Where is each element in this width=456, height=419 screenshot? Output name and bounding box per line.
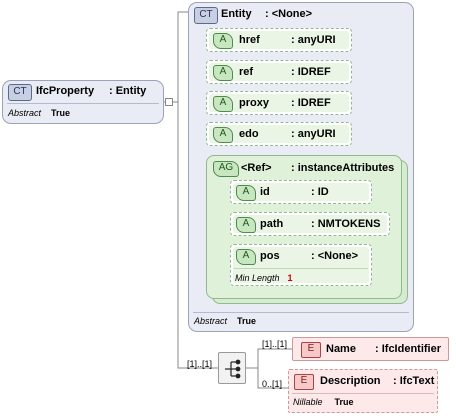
attribute-group-type: : instanceAttributes	[291, 162, 395, 174]
attribute-proxy[interactable]: A proxy : IDREF	[206, 91, 352, 115]
entity-type: : <None>	[265, 8, 313, 20]
attribute-edo[interactable]: A edo : anyURI	[206, 122, 352, 146]
element-name[interactable]: E Name : IfcIdentifier	[292, 337, 449, 361]
attribute-name: href	[239, 34, 260, 46]
ifcproperty-type-box[interactable]: CT IfcProperty : Entity Abstract True	[2, 80, 164, 124]
attribute-type: : anyURI	[291, 34, 336, 46]
ifcproperty-footer: Abstract True	[8, 108, 71, 118]
sequence-compositor[interactable]	[218, 352, 246, 384]
divider	[234, 268, 368, 269]
attribute-name: path	[260, 218, 284, 230]
attribute-href[interactable]: A href : anyURI	[206, 28, 352, 52]
attribute-icon: A	[236, 217, 256, 233]
attribute-ref[interactable]: A ref : IDREF	[206, 60, 352, 84]
attribute-name: id	[260, 186, 270, 198]
attribute-icon: A	[236, 249, 256, 265]
element-type: : IfcText	[393, 375, 435, 387]
element-icon: E	[294, 374, 314, 390]
complex-type-icon: CT	[8, 84, 32, 101]
sequence-icon	[225, 359, 241, 379]
attribute-name: edo	[239, 128, 259, 140]
attribute-group-ref: <Ref>	[241, 162, 272, 174]
ifcproperty-type: : Entity	[109, 85, 147, 97]
attribute-type: : anyURI	[291, 128, 336, 140]
ifcproperty-to-entity-line	[164, 11, 188, 103]
collapse-toggle[interactable]	[165, 98, 173, 106]
attribute-type: : IDREF	[291, 66, 331, 78]
element-type: : IfcIdentifier	[375, 343, 442, 355]
attribute-type: : ID	[311, 186, 329, 198]
attribute-facet: Min Length 1	[235, 273, 293, 283]
attribute-icon: A	[213, 33, 233, 49]
entity-footer: Abstract True	[194, 316, 257, 326]
attribute-id[interactable]: A id : ID	[230, 180, 372, 204]
element-description[interactable]: E Description : IfcText Nillable True	[288, 369, 438, 413]
element-name-label: Name	[326, 343, 356, 355]
attribute-name: ref	[239, 66, 254, 78]
ifcproperty-name: IfcProperty	[36, 85, 95, 97]
element-cardinality: 0..[1]	[262, 379, 283, 389]
sequence-cardinality: [1]..[1]	[187, 359, 213, 369]
element-facet: Nillable True	[293, 397, 354, 407]
attribute-type: : <None>	[311, 250, 359, 262]
attribute-icon: A	[213, 65, 233, 81]
element-cardinality: [1]..[1]	[262, 339, 288, 349]
attribute-name: pos	[260, 250, 280, 262]
complex-type-icon: CT	[194, 7, 218, 24]
attribute-path[interactable]: A path : NMTOKENS	[230, 212, 390, 236]
attribute-group-icon: AG	[213, 161, 239, 177]
attribute-icon: A	[213, 96, 233, 112]
element-icon: E	[301, 342, 321, 358]
attribute-name: proxy	[239, 97, 269, 109]
divider	[292, 393, 434, 394]
attribute-type: : NMTOKENS	[311, 218, 381, 230]
element-name-label: Description	[320, 375, 381, 387]
attribute-pos[interactable]: A pos : <None> Min Length 1	[230, 244, 372, 286]
attribute-icon: A	[213, 127, 233, 143]
divider	[193, 312, 409, 313]
divider	[7, 103, 159, 104]
attribute-type: : IDREF	[291, 97, 331, 109]
entity-name: Entity	[221, 8, 252, 20]
attribute-icon: A	[236, 185, 256, 201]
